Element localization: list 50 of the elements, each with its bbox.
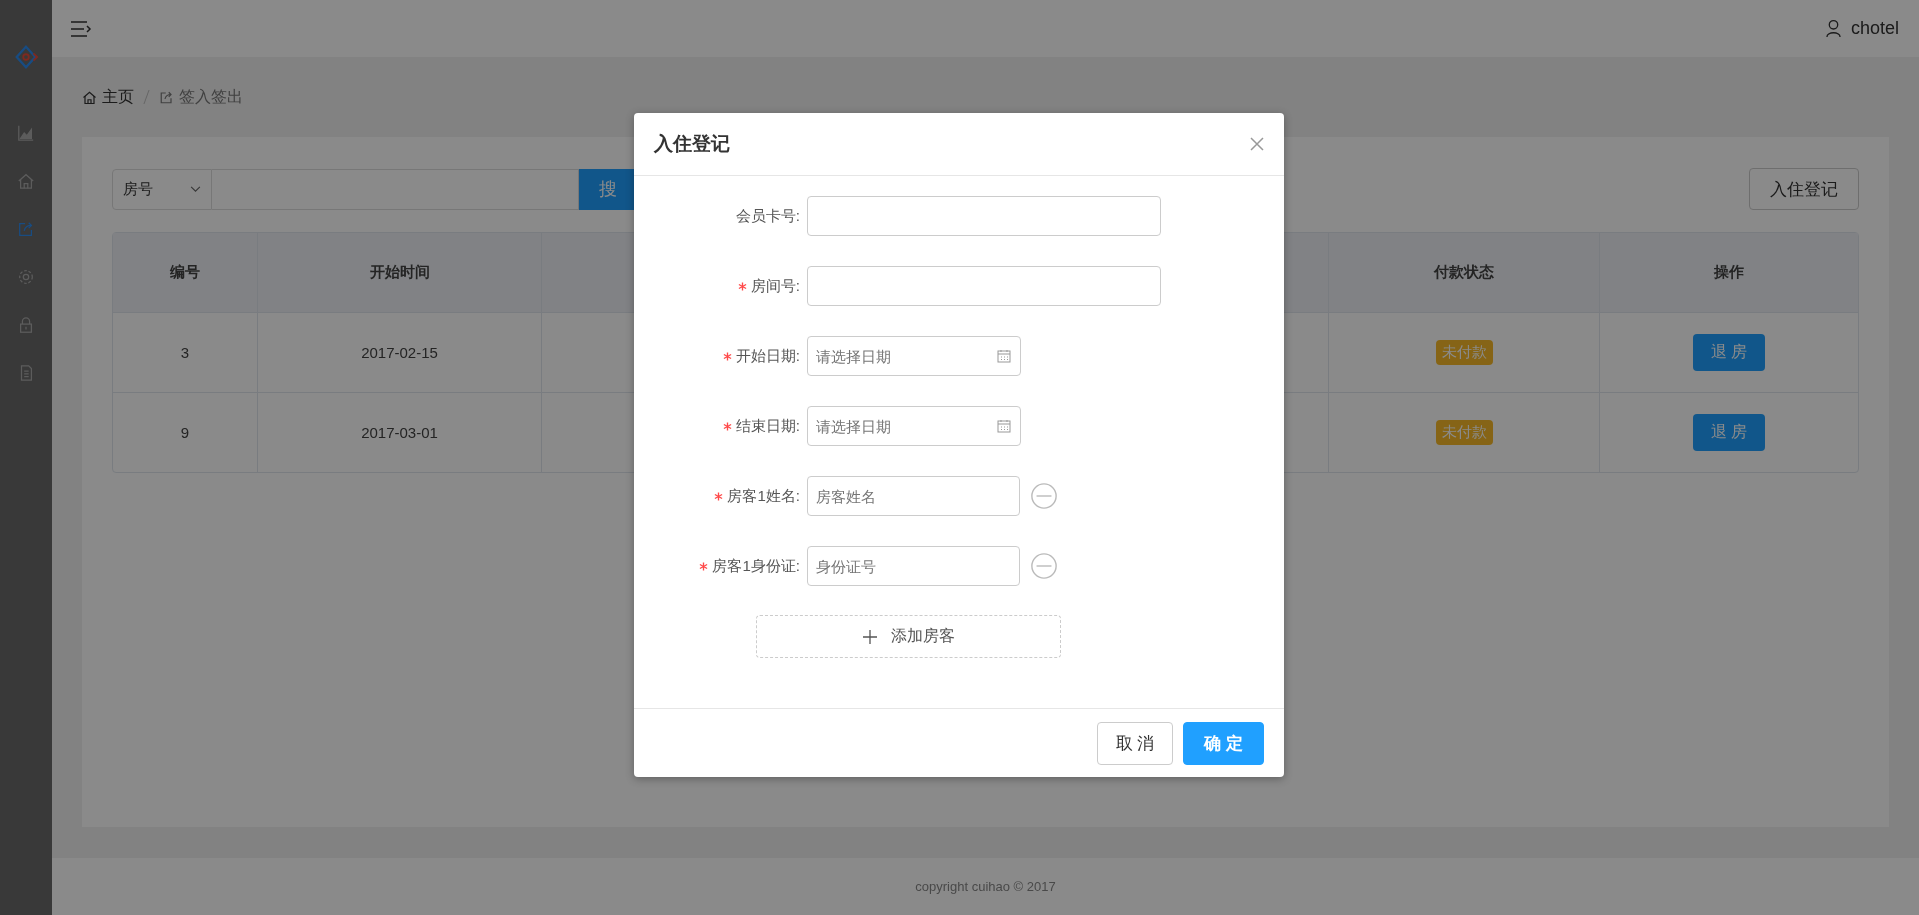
home-icon	[82, 89, 97, 105]
table-cell: 2017-02-15	[257, 313, 541, 392]
gear-icon[interactable]	[17, 268, 35, 286]
date-field[interactable]: 请选择日期	[807, 406, 1021, 446]
dialog-title: 入住登记	[654, 132, 730, 156]
register-button[interactable]: 入住登记	[1749, 168, 1859, 210]
close-icon[interactable]	[1250, 137, 1264, 151]
field-label: 房间号:	[750, 276, 800, 296]
chart-icon[interactable]	[17, 124, 35, 142]
confirm-button[interactable]: 确 定	[1183, 721, 1264, 765]
breadcrumb-link[interactable]: 签入签出	[159, 86, 243, 108]
field-label: 开始日期:	[735, 346, 800, 366]
table-cell: 2017-03-01	[257, 393, 541, 472]
logo-icon	[13, 44, 39, 70]
status-tag: 未付款	[1435, 340, 1493, 365]
column-header: 开始时间	[257, 233, 541, 312]
status-tag: 未付款	[1435, 420, 1493, 445]
breadcrumb-link[interactable]: 主页	[82, 86, 134, 108]
cancel-button[interactable]: 取 消	[1096, 721, 1174, 765]
column-header: 编号	[169, 262, 201, 282]
field-label: 房客1姓名:	[727, 486, 800, 506]
date-field[interactable]: 请选择日期	[807, 336, 1021, 376]
add-guest-button[interactable]: 添加房客	[756, 615, 1061, 658]
remove-icon[interactable]	[1030, 552, 1058, 580]
home-icon[interactable]	[17, 172, 35, 190]
copyright-text: copyright cuihao © 2017	[915, 879, 1056, 894]
user-icon	[1825, 19, 1841, 38]
calendar-icon[interactable]	[997, 419, 1011, 433]
column-header: 操作	[1599, 233, 1858, 312]
input-field[interactable]	[807, 266, 1161, 306]
field-label: 会员卡号:	[735, 206, 800, 226]
column-header: 付款状态	[1328, 233, 1599, 312]
field-label: 结束日期:	[735, 416, 800, 436]
remove-icon[interactable]	[1030, 482, 1058, 510]
calendar-icon[interactable]	[997, 349, 1011, 363]
user-name[interactable]: chotel	[1850, 18, 1899, 39]
input-field[interactable]: 身份证号	[807, 546, 1020, 586]
share-icon[interactable]	[17, 220, 35, 238]
menu-icon[interactable]	[70, 19, 92, 38]
search-field[interactable]	[212, 168, 579, 210]
chevron-down-icon	[190, 185, 201, 193]
share-icon	[159, 89, 174, 105]
table-cell-text: 3	[179, 343, 191, 363]
input-field[interactable]: 房客姓名	[807, 476, 1020, 516]
field-label: 房客1身份证:	[712, 556, 800, 576]
plus-icon	[862, 629, 877, 644]
lock-icon[interactable]	[17, 316, 35, 334]
table-cell-text: 9	[179, 423, 191, 443]
input-field[interactable]	[807, 196, 1161, 236]
filter-select[interactable]: 房号	[112, 168, 212, 210]
